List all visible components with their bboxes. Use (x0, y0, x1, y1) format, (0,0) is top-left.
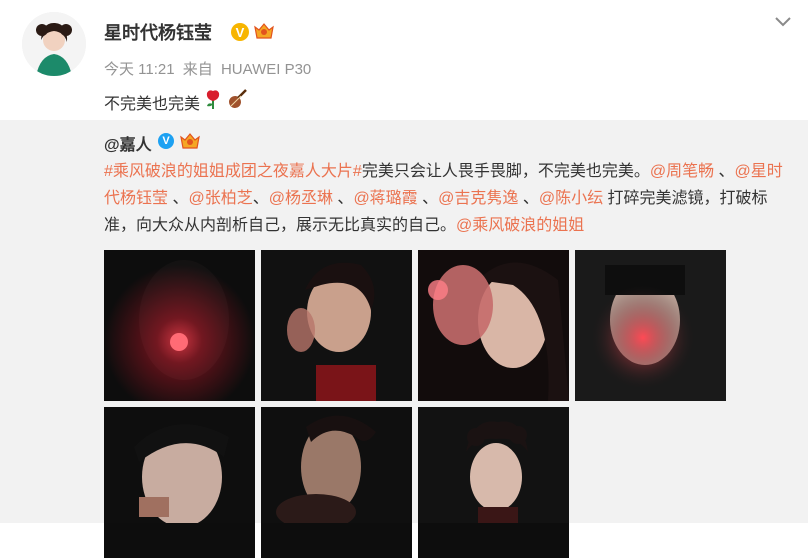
separator: 、 (168, 190, 189, 207)
repost-author[interactable]: @嘉人 (104, 131, 152, 155)
mention-link[interactable]: @周笔畅 (650, 163, 714, 180)
photo-7[interactable] (418, 407, 569, 558)
photo-1[interactable] (104, 250, 255, 401)
separator: 、 (252, 190, 269, 207)
username[interactable]: 星时代杨钰莹 (104, 19, 212, 45)
mention-link[interactable]: @蒋璐霞 (353, 190, 417, 207)
post-text-row: 不完美也完美 (104, 88, 248, 115)
separator: 、 (518, 190, 539, 207)
separator: 、 (332, 190, 354, 207)
repost-text-segment: 完美只会让人畏手畏脚，不完美也完美。 (361, 163, 650, 180)
repost-vip-crown-icon (179, 131, 201, 156)
rose-emoji-icon (203, 88, 223, 115)
blue-v-badge-icon: V (158, 133, 174, 149)
photo-6[interactable] (261, 407, 412, 558)
separator: 、 (417, 190, 439, 207)
source-device: HUAWEI P30 (220, 61, 312, 78)
user-avatar[interactable] (22, 12, 86, 76)
mention-link[interactable]: @乘风破浪的姐姐 (456, 217, 584, 234)
mention-link[interactable]: @张柏芝 (188, 190, 252, 207)
verified-v-badge-icon: V (231, 23, 249, 41)
photo-4[interactable] (575, 250, 726, 401)
vip-crown-icon (253, 21, 275, 46)
photo-5[interactable] (104, 407, 255, 558)
separator: 、 (714, 163, 735, 180)
violin-emoji-icon (226, 88, 248, 115)
photo-3[interactable] (418, 250, 569, 401)
avatar-illustration (22, 12, 86, 76)
post-meta: 今天 11:21 来自 HUAWEI P30 (104, 58, 315, 79)
photo-2[interactable] (261, 250, 412, 401)
post-text: 不完美也完美 (104, 95, 201, 113)
source-prefix: 来自 (182, 61, 213, 78)
mention-link[interactable]: @杨丞琳 (269, 190, 333, 207)
hashtag-link[interactable]: #乘风破浪的姐姐成团之夜嘉人大片# (104, 163, 362, 180)
mention-link[interactable]: @吉克隽逸 (438, 190, 518, 207)
chevron-down-icon[interactable] (773, 12, 793, 37)
repost-text: #乘风破浪的姐姐成团之夜嘉人大片#完美只会让人畏手畏脚，不完美也完美。@周笔畅 … (104, 158, 794, 239)
mention-link[interactable]: @陈小纭 (539, 190, 603, 207)
post-time[interactable]: 今天 11:21 (104, 61, 175, 78)
